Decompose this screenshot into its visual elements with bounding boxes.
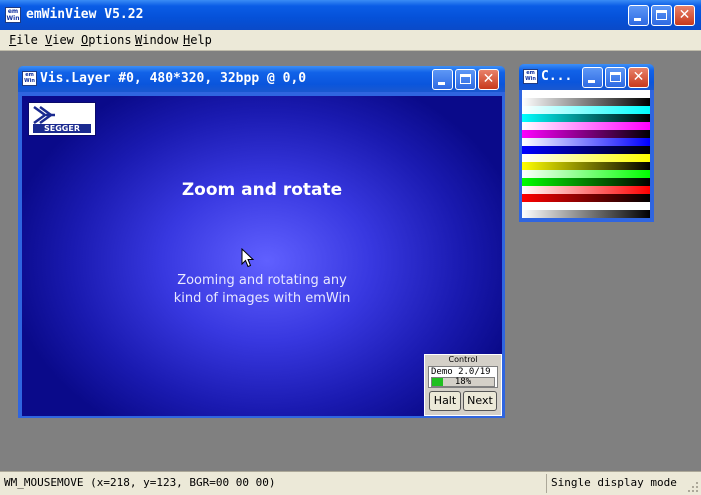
close-button[interactable]: ✕ [674, 5, 695, 26]
color-gradient-bar [522, 122, 650, 130]
minimize-icon [438, 82, 445, 85]
color-gradient-bar [522, 170, 650, 178]
display-mode-status: Single display mode [551, 476, 677, 489]
layer-close-button[interactable]: ✕ [478, 69, 499, 90]
color-minimize-button[interactable] [582, 67, 603, 88]
color-gradient-bar [522, 154, 650, 162]
menu-window[interactable]: Window [135, 33, 178, 47]
color-gradient-bar [522, 146, 650, 154]
layer-window-title-bar[interactable]: em Win Vis.Layer #0, 480*320, 32bpp @ 0,… [18, 66, 505, 92]
color-window[interactable]: em Win C... ✕ [519, 64, 654, 222]
segger-logo-text: SEGGER [33, 124, 91, 133]
color-gradient-bar [522, 90, 650, 98]
maximize-button[interactable] [651, 5, 672, 26]
maximize-icon [610, 72, 621, 82]
maximize-icon [656, 10, 667, 20]
menu-help[interactable]: Help [183, 33, 212, 47]
demo-heading: Zoom and rotate [181, 180, 343, 200]
status-separator [546, 474, 547, 493]
layer-minimize-button[interactable] [432, 69, 453, 90]
emwin-window-icon[interactable]: em Win [523, 69, 538, 84]
next-button[interactable]: Next [463, 391, 497, 411]
color-gradient-bar [522, 186, 650, 194]
status-bar: WM_MOUSEMOVE (x=218, y=123, BGR=00 00 00… [0, 471, 701, 495]
demo-description-line-2: kind of images with emWin [173, 291, 351, 306]
color-palette [522, 90, 650, 218]
menu-options[interactable]: Options [81, 33, 132, 47]
color-gradient-bar [522, 130, 650, 138]
color-gradient-bar [522, 210, 650, 218]
close-icon: ✕ [482, 71, 495, 87]
emwin-app-icon[interactable]: em Win [5, 7, 21, 23]
menu-view[interactable]: View [45, 33, 74, 47]
main-title-bar[interactable]: em Win emWinView V5.22 ✕ [0, 0, 701, 30]
emwin-window-icon[interactable]: em Win [22, 71, 37, 86]
mouse-pointer-icon [241, 248, 255, 268]
mdi-client-area: em Win Vis.Layer #0, 480*320, 32bpp @ 0,… [0, 51, 701, 471]
control-status-box: Demo 2.0/19 18% [428, 366, 498, 388]
color-gradient-bar [522, 114, 650, 122]
resize-grip-icon[interactable] [687, 481, 699, 493]
halt-button[interactable]: Halt [429, 391, 461, 411]
control-title: Control [425, 355, 501, 365]
color-gradient-bar [522, 162, 650, 170]
layer-window-title: Vis.Layer #0, 480*320, 32bpp @ 0,0 [40, 71, 307, 86]
demo-counter: Demo 2.0/19 [431, 367, 491, 377]
close-icon: ✕ [632, 69, 645, 85]
color-gradient-bar [522, 194, 650, 202]
emwin-display[interactable]: SEGGER Zoom and rotate Zooming and rotat… [22, 96, 502, 416]
minimize-icon [634, 18, 641, 21]
close-icon: ✕ [678, 7, 691, 23]
menu-file[interactable]: File [9, 33, 38, 47]
minimize-button[interactable] [628, 5, 649, 26]
demo-progress-bar: 18% [431, 377, 495, 387]
color-gradient-bar [522, 138, 650, 146]
color-window-title-bar[interactable]: em Win C... ✕ [519, 64, 654, 90]
progress-label: 18% [454, 377, 472, 387]
color-gradient-bar [522, 98, 650, 106]
color-gradient-bar [522, 202, 650, 210]
color-gradient-bar [522, 106, 650, 114]
emwinview-app: em Win emWinView V5.22 ✕ File View Optio… [0, 0, 701, 495]
maximize-icon [460, 74, 471, 84]
status-message: WM_MOUSEMOVE (x=218, y=123, BGR=00 00 00… [4, 476, 276, 489]
menu-bar: File View Options Window Help [0, 30, 701, 51]
color-maximize-button[interactable] [605, 67, 626, 88]
segger-chevron-icon [33, 106, 55, 124]
color-window-title: C... [541, 69, 573, 84]
demo-description: Zooming and rotating any kind of images … [22, 272, 502, 308]
color-gradient-bar [522, 178, 650, 186]
layer-maximize-button[interactable] [455, 69, 476, 90]
control-panel: Control Demo 2.0/19 18% Halt Next [424, 354, 502, 416]
layer-window[interactable]: em Win Vis.Layer #0, 480*320, 32bpp @ 0,… [18, 66, 505, 418]
demo-description-line-1: Zooming and rotating any [177, 273, 347, 288]
segger-logo: SEGGER [28, 102, 96, 136]
minimize-icon [588, 80, 595, 83]
window-title: emWinView V5.22 [26, 7, 144, 22]
color-close-button[interactable]: ✕ [628, 67, 649, 88]
